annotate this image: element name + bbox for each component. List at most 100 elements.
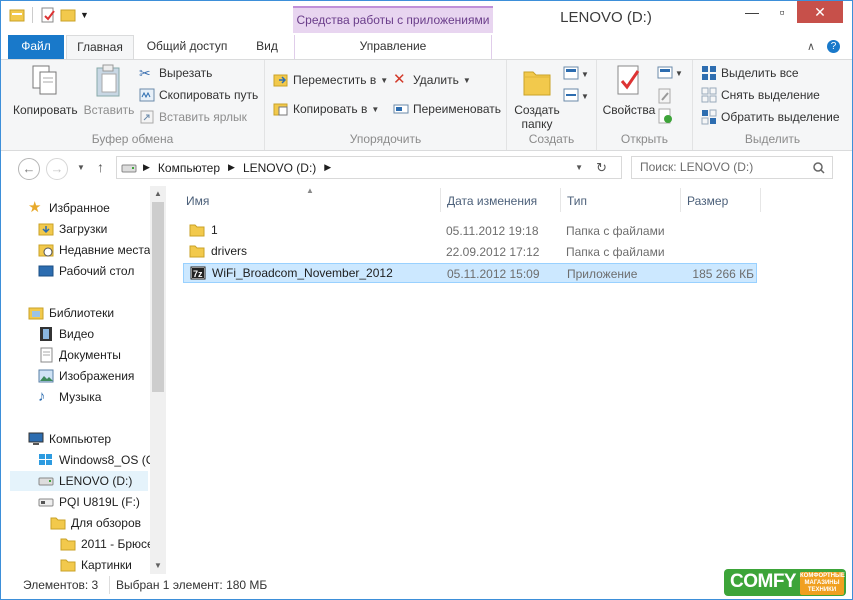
history-icon[interactable] <box>657 108 673 124</box>
nav-pictures[interactable]: Картинки <box>60 555 132 574</box>
address-bar[interactable]: ▶ Компьютер ▶ LENOVO (D:) ▶ ▼ ↻ <box>116 156 622 179</box>
column-divider[interactable] <box>560 188 561 212</box>
minimize-button[interactable]: — <box>737 1 767 23</box>
delete-label: Удалить <box>413 73 459 87</box>
tab-share[interactable]: Общий доступ <box>141 35 233 59</box>
nav-folder-2011[interactable]: 2011 - Брюсе <box>60 534 154 554</box>
nav-recent[interactable]: Недавние места <box>38 240 150 260</box>
copy-path-button[interactable]: Скопировать путь <box>139 87 258 103</box>
nav-downloads[interactable]: Загрузки <box>38 219 107 239</box>
invert-selection-button[interactable]: Обратить выделение <box>701 109 840 125</box>
context-tab-header: Средства работы с приложениями <box>293 6 493 34</box>
context-tab-header-label: Средства работы с приложениями <box>296 13 490 27</box>
cut-button[interactable]: ✂ Вырезать <box>139 65 212 81</box>
select-all-button[interactable]: Выделить все <box>701 65 799 81</box>
tab-home[interactable]: Главная <box>66 35 134 59</box>
file-row[interactable]: 1 05.11.2012 19:18 Папка с файлами <box>183 221 757 241</box>
title-bar: ▼ Средства работы с приложениями LENOVO … <box>1 1 852 34</box>
column-type[interactable]: Тип <box>567 194 587 208</box>
drive-icon <box>38 477 54 486</box>
back-button[interactable]: ← <box>18 158 40 180</box>
column-divider[interactable] <box>760 188 761 212</box>
group-create: Создать папку ▼ ▼ Создать <box>507 60 597 150</box>
nav-favorites[interactable]: ★ Избранное <box>28 198 110 218</box>
maximize-button[interactable]: ▫ <box>767 1 797 23</box>
properties-qat-icon[interactable] <box>40 7 56 23</box>
collapse-ribbon-icon[interactable]: ∧ <box>807 40 815 53</box>
nav-folder-2011-label: 2011 - Брюсе <box>81 537 154 551</box>
copy-button[interactable]: Копировать <box>13 64 78 117</box>
nav-desktop-label: Рабочий стол <box>59 264 135 278</box>
group-select: Выделить все Снять выделение Обратить вы… <box>693 60 852 150</box>
column-divider[interactable] <box>680 188 681 212</box>
file-name-cell: 1 <box>189 222 218 238</box>
file-row[interactable]: drivers 22.09.2012 17:12 Папка с файлами <box>183 242 757 262</box>
nav-drive-d[interactable]: LENOVO (D:) <box>10 471 148 491</box>
file-name-cell: drivers <box>189 243 247 259</box>
nav-documents[interactable]: Документы <box>38 345 121 365</box>
up-button[interactable]: ↑ <box>97 159 104 175</box>
forward-button[interactable]: → <box>46 158 68 180</box>
search-icon[interactable] <box>813 162 825 174</box>
file-row-selected[interactable]: 7z WiFi_Broadcom_November_2012 05.11.201… <box>183 263 757 283</box>
file-date: 22.09.2012 17:12 <box>446 245 540 259</box>
new-folder-qat-icon[interactable] <box>60 7 76 23</box>
edit-icon[interactable] <box>657 88 673 104</box>
nav-drive-f[interactable]: PQI U819L (F:) <box>38 492 140 512</box>
qat-dropdown-icon[interactable]: ▼ <box>80 10 89 20</box>
file-name: 1 <box>211 223 218 237</box>
tab-file[interactable]: Файл <box>8 35 64 59</box>
column-name[interactable]: Имя <box>186 194 209 208</box>
nav-desktop[interactable]: Рабочий стол <box>38 261 134 281</box>
cut-label: Вырезать <box>159 66 213 80</box>
downloads-folder-icon <box>38 223 54 236</box>
paste-shortcut-button[interactable]: Вставить ярлык <box>139 109 247 125</box>
copy-to-button[interactable]: Копировать в ▼ <box>273 101 379 117</box>
nav-libraries[interactable]: Библиотеки <box>28 303 114 323</box>
rename-button[interactable]: Переименовать <box>393 101 501 117</box>
help-icon[interactable]: ? <box>827 40 840 53</box>
rename-label: Переименовать <box>413 102 501 116</box>
copy-path-label: Скопировать путь <box>159 88 259 102</box>
scroll-down-icon[interactable]: ▼ <box>154 561 162 570</box>
column-size[interactable]: Размер <box>687 194 728 208</box>
nav-scrollbar[interactable]: ▲ ▼ <box>150 186 166 574</box>
column-divider[interactable] <box>440 188 441 212</box>
paste-shortcut-label: Вставить ярлык <box>159 110 247 124</box>
properties-button[interactable]: Свойства <box>601 64 657 117</box>
address-dropdown-icon[interactable]: ▼ <box>575 163 583 172</box>
search-input[interactable]: Поиск: LENOVO (D:) <box>631 156 833 179</box>
open-icon[interactable]: ▼ <box>657 66 685 80</box>
tab-view[interactable]: Вид <box>249 35 285 59</box>
delete-button[interactable]: ✕ Удалить ▼ <box>393 72 471 88</box>
close-button[interactable]: ✕ <box>797 1 843 23</box>
breadcrumb-drive[interactable]: LENOVO (D:) <box>243 161 316 175</box>
nav-video[interactable]: Видео <box>38 324 94 344</box>
group-clipboard-label: Буфер обмена <box>91 132 174 146</box>
recent-locations-icon[interactable]: ▼ <box>77 163 85 172</box>
nav-computer[interactable]: Компьютер <box>28 429 111 449</box>
new-folder-button[interactable]: Создать папку <box>513 64 561 131</box>
nav-music[interactable]: ♪ Музыка <box>38 387 101 407</box>
nav-drive-c[interactable]: Windows8_OS (C <box>38 450 154 470</box>
nav-drive-f-label: PQI U819L (F:) <box>59 495 140 509</box>
tab-manage[interactable]: Управление <box>294 35 492 59</box>
group-create-label: Создать <box>528 132 575 146</box>
nav-for-reviews[interactable]: Для обзоров <box>50 513 141 533</box>
select-none-button[interactable]: Снять выделение <box>701 87 820 103</box>
paste-button[interactable]: Вставить <box>81 64 137 117</box>
move-to-button[interactable]: Переместить в ▼ <box>273 72 388 88</box>
explorer-window: ▼ Средства работы с приложениями LENOVO … <box>0 0 853 600</box>
nav-scrollbar-thumb[interactable] <box>152 202 164 392</box>
breadcrumb-computer[interactable]: Компьютер <box>158 161 220 175</box>
scroll-up-icon[interactable]: ▲ <box>154 189 162 198</box>
svg-text:▼: ▼ <box>581 70 589 79</box>
nav-music-label: Музыка <box>59 390 102 404</box>
documents-icon <box>40 347 53 363</box>
nav-images[interactable]: Изображения <box>38 366 134 386</box>
address-row: ← → ▼ ↑ ▶ Компьютер ▶ LENOVO (D:) ▶ ▼ ↻ … <box>1 151 852 186</box>
refresh-icon[interactable]: ↻ <box>596 160 607 176</box>
easy-access-icon[interactable]: ▼ <box>563 88 591 104</box>
column-date[interactable]: Дата изменения <box>447 194 537 208</box>
new-item-icon[interactable]: ▼ <box>563 66 591 82</box>
